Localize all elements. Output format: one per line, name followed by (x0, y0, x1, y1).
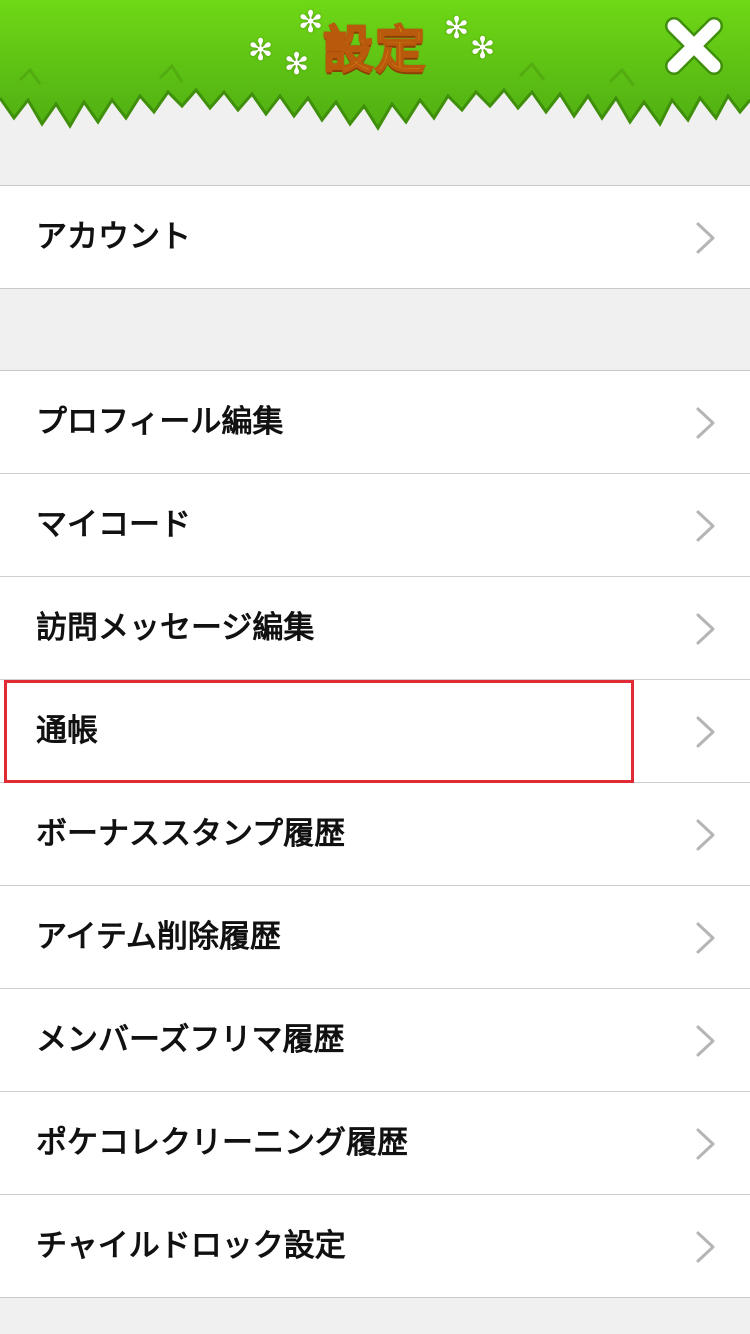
menu-item-passbook[interactable]: 通帳 (0, 680, 750, 783)
close-x-icon (665, 17, 723, 75)
menu-item-members-flea-market-history[interactable]: メンバーズフリマ履歴 (0, 989, 750, 1092)
menu-item-label: アイテム削除履歴 (36, 919, 281, 955)
menu-item-my-code[interactable]: マイコード (0, 474, 750, 577)
menu-item-label: チャイルドロック設定 (36, 1228, 346, 1264)
menu-item-account[interactable]: アカウント (0, 186, 750, 288)
menu-item-item-deletion-history[interactable]: アイテム削除履歴 (0, 886, 750, 989)
chevron-right-icon (696, 222, 715, 254)
chevron-right-icon (696, 819, 715, 851)
settings-section: プロフィール編集 マイコード 訪問メッセージ編集 通帳 ボーナススタンプ履歴 ア… (0, 370, 750, 1298)
menu-item-label: メンバーズフリマ履歴 (36, 1022, 345, 1058)
chevron-right-icon (696, 922, 715, 954)
menu-item-child-lock-settings[interactable]: チャイルドロック設定 (0, 1195, 750, 1297)
chevron-right-icon (696, 716, 715, 748)
chevron-right-icon (696, 510, 715, 542)
header-bar: ✻ ✻ ✻ ✻ ✻ 設定 (0, 0, 750, 145)
close-button[interactable] (664, 16, 724, 76)
account-section: アカウント (0, 185, 750, 289)
chevron-right-icon (696, 407, 715, 439)
menu-item-label: ポケコレクリーニング履歴 (36, 1125, 408, 1161)
menu-item-label: ボーナススタンプ履歴 (36, 816, 346, 852)
menu-item-label: マイコード (36, 507, 191, 543)
menu-item-profile-edit[interactable]: プロフィール編集 (0, 371, 750, 474)
chevron-right-icon (696, 613, 715, 645)
page-title: 設定 (322, 20, 427, 80)
menu-item-label: 訪問メッセージ編集 (36, 610, 315, 646)
chevron-right-icon (696, 1231, 715, 1263)
menu-item-label: プロフィール編集 (36, 404, 284, 440)
menu-item-visit-message-edit[interactable]: 訪問メッセージ編集 (0, 577, 750, 680)
menu-item-pokecolle-cleaning-history[interactable]: ポケコレクリーニング履歴 (0, 1092, 750, 1195)
chevron-right-icon (696, 1025, 715, 1057)
menu-item-bonus-stamp-history[interactable]: ボーナススタンプ履歴 (0, 783, 750, 886)
menu-item-label: 通帳 (36, 713, 98, 749)
menu-item-label: アカウント (36, 219, 191, 255)
chevron-right-icon (696, 1128, 715, 1160)
